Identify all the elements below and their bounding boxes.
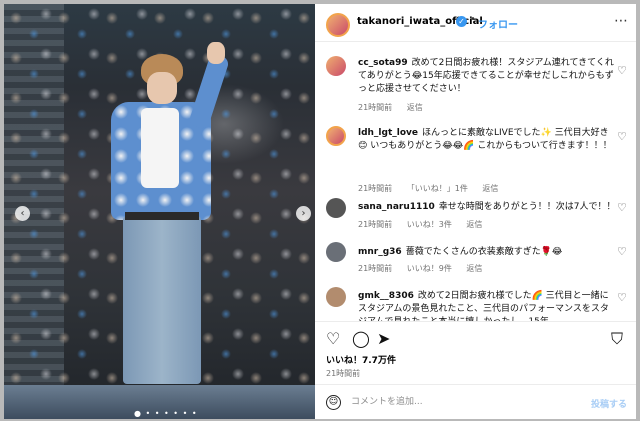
comment-meta: 21時間前 返信: [358, 102, 435, 113]
comment-time: 21時間前: [358, 184, 393, 193]
comment-time: 21時間前: [358, 103, 393, 112]
post-side-panel: takanori_iwata_official ✓ • フォロー ⋯ cc_so…: [315, 4, 636, 419]
verified-icon: ✓: [456, 16, 467, 27]
jeans: [123, 216, 201, 384]
comment-input[interactable]: [351, 393, 571, 411]
instagram-post-modal: ‹ › ● • • • • • • takanori_iwata_officia…: [0, 0, 640, 421]
chevron-left-icon[interactable]: ‹: [15, 206, 30, 221]
face: [147, 72, 177, 104]
raised-arm: [187, 52, 231, 131]
belt: [125, 212, 199, 220]
reply-button[interactable]: 返信: [482, 184, 498, 193]
heart-icon[interactable]: ♡: [617, 291, 627, 304]
post-button[interactable]: 投稿する: [591, 397, 627, 410]
reply-button[interactable]: 返信: [466, 220, 482, 229]
comment-likes[interactable]: いいね！9件: [407, 264, 452, 273]
comment-username[interactable]: gmk__8306: [358, 291, 414, 301]
comment-text: 幸せな時間をありがとう！！次は7人で！！: [438, 202, 616, 212]
post-header: takanori_iwata_official ✓ • フォロー ⋯: [315, 4, 636, 42]
emoji-icon[interactable]: ☺: [326, 395, 341, 410]
carousel-dots: ● • • • • • •: [134, 409, 198, 418]
comment-body: sana_naru1110 幸せな時間をありがとう！！次は7人で！！: [358, 201, 616, 214]
separator-dot: •: [470, 14, 476, 25]
comment-time: 21時間前: [358, 220, 393, 229]
avatar[interactable]: [326, 287, 346, 307]
bookmark-icon[interactable]: ⛉: [611, 329, 623, 349]
comment-body: ldh_lgt_love ほんっとに素敵なLIVEでした✨ 三代目大好き😊 いつも…: [358, 127, 616, 153]
avatar[interactable]: [326, 56, 346, 76]
comment-likes[interactable]: いいね！3件: [407, 220, 452, 229]
comment-time: 21時間前: [358, 264, 393, 273]
comment-meta: 21時間前 いいね！9件 返信: [358, 263, 494, 274]
avatar[interactable]: [326, 126, 346, 146]
avatar[interactable]: [326, 13, 350, 37]
waving-hand: [207, 42, 225, 64]
comment-meta: 21時間前 「いいね！」1件 返信: [358, 183, 510, 194]
more-horizontal-icon[interactable]: ⋯: [614, 13, 629, 29]
comment-icon[interactable]: ◯: [352, 329, 370, 348]
heart-icon[interactable]: ♡: [617, 64, 627, 77]
heart-icon[interactable]: ♡: [617, 201, 627, 214]
comment-composer: ☺ 投稿する: [315, 384, 636, 419]
comments-list[interactable]: cc_sota99 改めて2日間お疲れ様！スタジアム連れてきてくれてありがとう😂1…: [315, 43, 636, 321]
likes-count[interactable]: いいね！7.7万件: [326, 353, 396, 366]
comment-username[interactable]: sana_naru1110: [358, 202, 435, 212]
chevron-right-icon[interactable]: ›: [296, 206, 311, 221]
avatar[interactable]: [326, 198, 346, 218]
comment-body: mnr_g36 薔薇でたくさんの衣装素敵すぎた🌹😂: [358, 246, 616, 259]
reply-button[interactable]: 返信: [407, 103, 423, 112]
avatar[interactable]: [326, 242, 346, 262]
heart-icon[interactable]: ♡: [326, 329, 340, 348]
comment-text: 薔薇でたくさんの衣装素敵すぎた🌹😂: [405, 247, 563, 257]
heart-icon[interactable]: ♡: [617, 130, 627, 143]
post-time: 21時間前: [326, 369, 361, 378]
comment-username[interactable]: mnr_g36: [358, 247, 402, 257]
performer: [99, 42, 231, 394]
comment-meta: 21時間前 いいね！3件 返信: [358, 219, 494, 230]
heart-icon[interactable]: ♡: [617, 245, 627, 258]
comment-body: cc_sota99 改めて2日間お疲れ様！スタジアム連れてきてくれてありがとう😂1…: [358, 57, 616, 96]
comment-likes[interactable]: 「いいね！」1件: [407, 184, 468, 193]
follow-button[interactable]: フォロー: [478, 16, 518, 31]
post-photo: ‹ › ● • • • • • •: [4, 4, 315, 419]
share-icon[interactable]: ➤: [377, 329, 390, 348]
comment-body: gmk__8306 改めて2日間お疲れ様でした🌈 三代目と一緒にスタジアムの景色見…: [358, 290, 616, 321]
comment-username[interactable]: cc_sota99: [358, 58, 408, 68]
comment-username[interactable]: ldh_lgt_love: [358, 128, 418, 138]
shirt: [141, 108, 179, 188]
reply-button[interactable]: 返信: [466, 264, 482, 273]
